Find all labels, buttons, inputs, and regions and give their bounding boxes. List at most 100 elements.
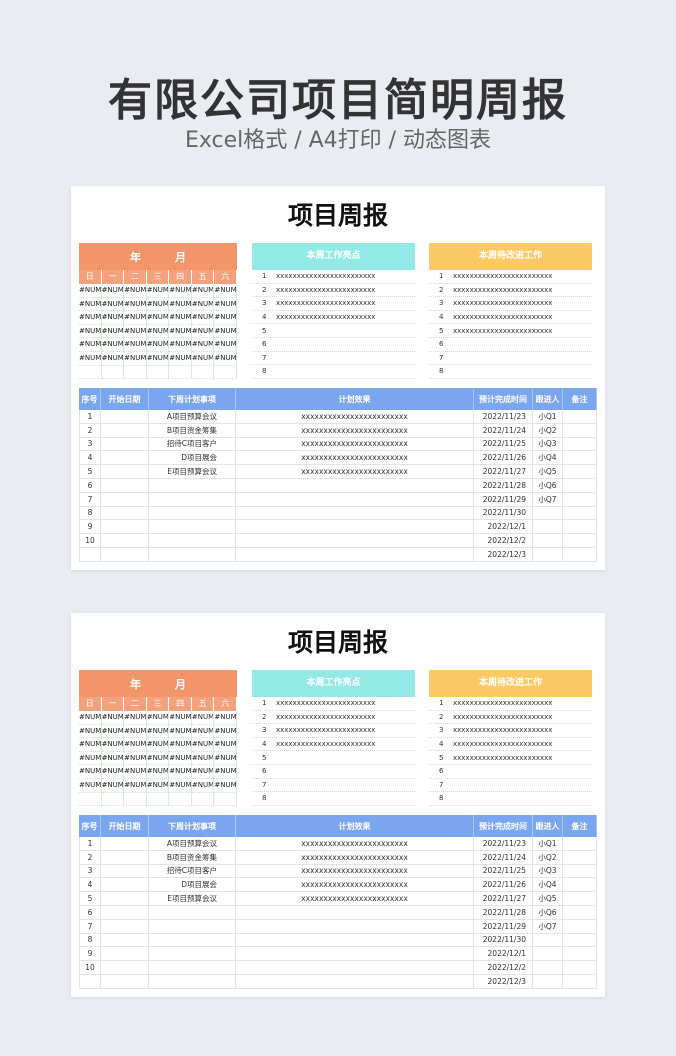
cell-plan-effect[interactable]: [236, 919, 474, 933]
calendar-cell[interactable]: [169, 792, 192, 807]
calendar-cell[interactable]: #NUM!: [214, 711, 237, 725]
cell-seq[interactable]: 5: [79, 892, 101, 905]
cell-remark[interactable]: [563, 892, 597, 905]
cell-owner[interactable]: 小Q6: [533, 478, 563, 492]
cell-remark[interactable]: [563, 864, 597, 878]
cell-plan-effect[interactable]: [236, 933, 474, 947]
calendar-cell[interactable]: [214, 792, 237, 807]
cell-plan-effect[interactable]: [236, 478, 474, 492]
calendar-cell[interactable]: #NUM!: [101, 738, 125, 752]
cell-owner[interactable]: [533, 961, 563, 974]
calendar-cell[interactable]: #NUM!: [124, 738, 147, 752]
calendar-cell[interactable]: #NUM!: [124, 324, 147, 339]
cell-start-date[interactable]: [101, 506, 149, 520]
cell-seq[interactable]: 10: [79, 961, 101, 974]
cell-seq[interactable]: 7: [79, 919, 101, 933]
cell-plan-effect[interactable]: xxxxxxxxxxxxxxxxxxxxxxxx: [236, 437, 474, 451]
cell-start-date[interactable]: [101, 547, 149, 561]
cell-plan-effect[interactable]: xxxxxxxxxxxxxxxxxxxxxxxx: [236, 864, 474, 878]
calendar-cell[interactable]: #NUM!: [214, 311, 237, 325]
cell-owner[interactable]: 小Q2: [533, 850, 563, 864]
cell-seq[interactable]: 10: [79, 534, 101, 547]
calendar-cell[interactable]: #NUM!: [169, 338, 192, 352]
calendar-cell[interactable]: #NUM!: [169, 711, 192, 725]
cell-seq[interactable]: 3: [79, 437, 101, 451]
calendar-cell[interactable]: #NUM!: [79, 351, 102, 366]
cell-remark[interactable]: [563, 492, 597, 506]
calendar-cell[interactable]: [191, 365, 215, 380]
calendar-cell[interactable]: #NUM!: [191, 324, 215, 339]
cell-due-date[interactable]: 2022/11/26: [474, 878, 533, 892]
cell-plan-item[interactable]: A项目预算会议: [149, 410, 236, 423]
cell-remark[interactable]: [563, 451, 597, 465]
calendar-cell[interactable]: #NUM!: [191, 724, 215, 739]
cell-start-date[interactable]: [101, 961, 149, 974]
calendar-cell[interactable]: #NUM!: [169, 311, 192, 325]
calendar-cell[interactable]: #NUM!: [214, 324, 237, 339]
cell-remark[interactable]: [563, 520, 597, 534]
cell-start-date[interactable]: [101, 423, 149, 437]
calendar-cell[interactable]: [146, 365, 170, 380]
cell-remark[interactable]: [563, 850, 597, 864]
cell-due-date[interactable]: 2022/11/30: [474, 933, 533, 947]
cell-plan-effect[interactable]: [236, 492, 474, 506]
cell-due-date[interactable]: 2022/12/2: [474, 534, 533, 547]
calendar-cell[interactable]: #NUM!: [124, 711, 147, 725]
cell-start-date[interactable]: [101, 864, 149, 878]
cell-plan-item[interactable]: [149, 919, 236, 933]
cell-seq[interactable]: [79, 547, 101, 561]
cell-owner[interactable]: 小Q3: [533, 864, 563, 878]
cell-remark[interactable]: [563, 465, 597, 478]
cell-due-date[interactable]: 2022/11/28: [474, 478, 533, 492]
cell-plan-item[interactable]: 招待C项目客户: [149, 437, 236, 451]
cell-start-date[interactable]: [101, 520, 149, 534]
calendar-cell[interactable]: #NUM!: [169, 324, 192, 339]
cell-plan-effect[interactable]: xxxxxxxxxxxxxxxxxxxxxxxx: [236, 410, 474, 423]
cell-start-date[interactable]: [101, 892, 149, 905]
calendar-cell[interactable]: #NUM!: [146, 351, 170, 366]
calendar-cell[interactable]: #NUM!: [214, 351, 237, 366]
cell-due-date[interactable]: 2022/11/27: [474, 465, 533, 478]
row-text[interactable]: xxxxxxxxxxxxxxxxxxxxxxxx: [453, 754, 592, 762]
cell-start-date[interactable]: [101, 492, 149, 506]
cell-due-date[interactable]: 2022/11/27: [474, 892, 533, 905]
calendar-cell[interactable]: #NUM!: [101, 724, 125, 739]
cell-due-date[interactable]: 2022/11/25: [474, 864, 533, 878]
cell-plan-item[interactable]: B项目资金筹集: [149, 423, 236, 437]
cell-start-date[interactable]: [101, 478, 149, 492]
cell-start-date[interactable]: [101, 465, 149, 478]
row-text[interactable]: xxxxxxxxxxxxxxxxxxxxxxxx: [453, 726, 592, 734]
cell-start-date[interactable]: [101, 437, 149, 451]
cell-start-date[interactable]: [101, 534, 149, 547]
cell-plan-effect[interactable]: [236, 947, 474, 961]
cell-plan-effect[interactable]: [236, 905, 474, 919]
calendar-cell[interactable]: #NUM!: [146, 311, 170, 325]
row-text[interactable]: xxxxxxxxxxxxxxxxxxxxxxxx: [453, 286, 592, 294]
calendar-cell[interactable]: #NUM!: [124, 751, 147, 766]
cell-start-date[interactable]: [101, 947, 149, 961]
calendar-cell[interactable]: #NUM!: [214, 724, 237, 739]
cell-seq[interactable]: 7: [79, 492, 101, 506]
calendar-cell[interactable]: #NUM!: [191, 297, 215, 312]
row-text[interactable]: xxxxxxxxxxxxxxxxxxxxxxxx: [453, 713, 592, 721]
cell-remark[interactable]: [563, 933, 597, 947]
calendar-cell[interactable]: #NUM!: [124, 311, 147, 325]
cell-plan-item[interactable]: D项目展会: [149, 878, 236, 892]
cell-plan-item[interactable]: B项目资金筹集: [149, 850, 236, 864]
calendar-cell[interactable]: #NUM!: [169, 778, 192, 793]
calendar-cell[interactable]: #NUM!: [214, 738, 237, 752]
cell-owner[interactable]: [533, 933, 563, 947]
cell-plan-item[interactable]: E项目预算会议: [149, 892, 236, 905]
cell-plan-item[interactable]: [149, 506, 236, 520]
calendar-cell[interactable]: #NUM!: [191, 738, 215, 752]
cell-plan-item[interactable]: E项目预算会议: [149, 465, 236, 478]
row-text[interactable]: xxxxxxxxxxxxxxxxxxxxxxxx: [276, 713, 415, 721]
cell-seq[interactable]: 1: [79, 410, 101, 423]
cell-owner[interactable]: 小Q5: [533, 465, 563, 478]
calendar-cell[interactable]: #NUM!: [146, 324, 170, 339]
calendar-cell[interactable]: [79, 792, 102, 807]
row-text[interactable]: xxxxxxxxxxxxxxxxxxxxxxxx: [453, 327, 592, 335]
cell-plan-effect[interactable]: xxxxxxxxxxxxxxxxxxxxxxxx: [236, 892, 474, 905]
cell-owner[interactable]: 小Q7: [533, 919, 563, 933]
calendar-cell[interactable]: [191, 792, 215, 807]
